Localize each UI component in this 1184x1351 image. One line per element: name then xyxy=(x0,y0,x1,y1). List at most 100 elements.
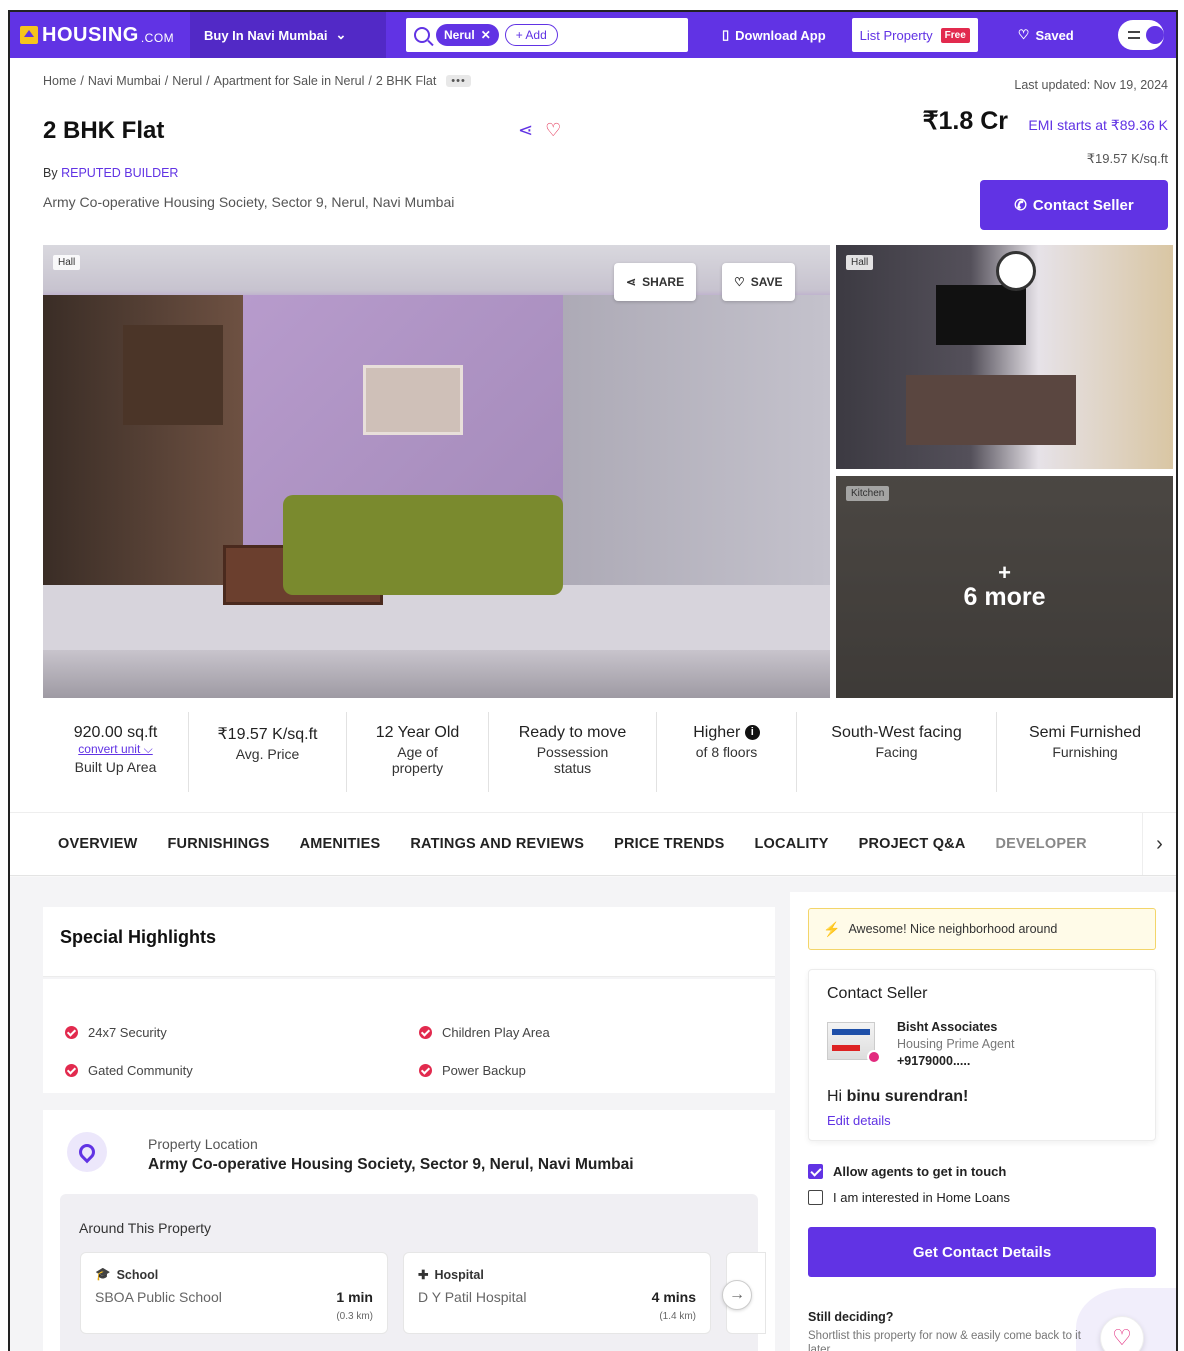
save-button[interactable]: ♡ SAVE xyxy=(722,263,795,301)
floor-value: Higher xyxy=(693,724,741,741)
arrow-right-icon[interactable]: → xyxy=(722,1280,752,1310)
poi-card[interactable]: ✚ Hospital D Y Patil Hospital 4 mins (1.… xyxy=(403,1252,711,1334)
poi-card[interactable]: 🎓 School SBOA Public School 1 min (0.3 k… xyxy=(80,1252,388,1334)
search-box[interactable]: Nerul ✕ + Add xyxy=(406,18,688,52)
stat-label: Furnishing xyxy=(1052,744,1118,760)
side-photo-kitchen[interactable]: Kitchen + 6 more xyxy=(836,476,1173,698)
heart-icon: ♡ xyxy=(734,275,745,289)
breadcrumb-locality[interactable]: Nerul xyxy=(172,74,202,88)
highlight-label: 24x7 Security xyxy=(88,1025,167,1040)
tab-amenities[interactable]: AMENITIES xyxy=(300,836,381,852)
tab-project-qa[interactable]: PROJECT Q&A xyxy=(859,836,966,852)
section-tabs: OVERVIEW FURNISHINGS AMENITIES RATINGS A… xyxy=(10,812,1176,876)
breadcrumb-sep: / xyxy=(206,74,210,88)
allow-agents-checkbox[interactable] xyxy=(808,1164,823,1179)
emi-link[interactable]: EMI starts at ₹89.36 K xyxy=(1028,117,1168,134)
stat-label: Age of property xyxy=(391,744,444,776)
location-label: Property Location xyxy=(148,1136,258,1152)
get-contact-details-button[interactable]: Get Contact Details xyxy=(808,1227,1156,1277)
city-select-label: Buy In Navi Mumbai xyxy=(204,27,328,43)
breadcrumb-home[interactable]: Home xyxy=(43,74,76,88)
saved-button[interactable]: ♡ Saved xyxy=(1018,27,1074,43)
free-badge: Free xyxy=(940,27,970,43)
photo-sofa xyxy=(283,495,563,595)
stat-avg-price: ₹19.57 K/sq.ft Avg. Price xyxy=(189,712,347,792)
tab-ratings[interactable]: RATINGS AND REVIEWS xyxy=(410,836,584,852)
stat-value: Semi Furnished xyxy=(1028,724,1142,741)
stat-age: 12 Year Old Age of property xyxy=(347,712,489,792)
stat-label: Possession status xyxy=(536,744,609,776)
pin-shape xyxy=(75,1140,99,1164)
photo-tag: Hall xyxy=(846,255,874,270)
highlight-item: Power Backup xyxy=(419,1063,526,1078)
main-photo[interactable]: Hall ⋖ SHARE ♡ SAVE xyxy=(43,245,830,698)
stat-label: Facing xyxy=(875,744,918,760)
photo-tv-unit xyxy=(906,375,1076,445)
photo-clock xyxy=(996,251,1036,291)
stat-possession: Ready to move Possession status xyxy=(489,712,657,792)
tab-developer[interactable]: DEVELOPER xyxy=(996,836,1087,852)
property-address: Army Co-operative Housing Society, Secto… xyxy=(43,194,455,210)
stat-value: 12 Year Old xyxy=(375,724,460,741)
photo-floor xyxy=(43,585,830,655)
tab-furnishings[interactable]: FURNISHINGS xyxy=(168,836,270,852)
tab-overview[interactable]: OVERVIEW xyxy=(58,836,138,852)
add-locality-button[interactable]: + Add xyxy=(504,24,558,46)
stat-label: Built Up Area xyxy=(74,759,157,775)
tab-price-trends[interactable]: PRICE TRENDS xyxy=(614,836,724,852)
download-app-button[interactable]: ▯ Download App xyxy=(722,27,826,43)
poi-time: 1 min xyxy=(336,1289,373,1305)
search-chip-label: Nerul xyxy=(444,28,475,42)
allow-agents-row[interactable]: Allow agents to get in touch xyxy=(808,1164,1006,1179)
highlight-label: Power Backup xyxy=(442,1063,526,1078)
close-icon[interactable]: ✕ xyxy=(481,28,491,42)
contact-card-title: Contact Seller xyxy=(827,985,928,1002)
city-select[interactable]: Buy In Navi Mumbai ⌄ xyxy=(190,12,386,58)
heart-icon[interactable]: ♡ xyxy=(545,120,561,141)
share-icon[interactable]: ⋖ xyxy=(518,120,533,141)
greeting-name: binu surendran! xyxy=(846,1088,969,1105)
poi-distance: (1.4 km) xyxy=(659,1311,696,1322)
edit-details-link[interactable]: Edit details xyxy=(827,1113,891,1128)
breadcrumb-city[interactable]: Navi Mumbai xyxy=(88,74,161,88)
search-chip[interactable]: Nerul ✕ xyxy=(436,24,499,46)
side-photo-hall[interactable]: Hall xyxy=(836,245,1173,469)
stat-label: of 8 floors xyxy=(695,744,758,760)
tab-locality[interactable]: LOCALITY xyxy=(754,836,828,852)
breadcrumb-more-button[interactable]: ••• xyxy=(446,75,471,87)
phone-icon: ▯ xyxy=(722,27,730,42)
more-photos-overlay[interactable]: + 6 more xyxy=(836,476,1173,698)
greeting-prefix: Hi xyxy=(827,1088,843,1105)
agent-phone: +9179000..... xyxy=(897,1054,971,1068)
stat-value: South-West facing xyxy=(831,724,962,741)
photo-blur xyxy=(43,650,830,698)
user-menu-button[interactable] xyxy=(1117,20,1164,50)
highlight-item: Children Play Area xyxy=(419,1025,550,1040)
neighborhood-banner: ⚡ Awesome! Nice neighborhood around xyxy=(808,908,1156,950)
search-icon xyxy=(414,27,430,43)
stat-area: 920.00 sq.ft convert unit ⌵ Built Up Are… xyxy=(43,712,189,792)
contact-seller-button[interactable]: ✆ Contact Seller xyxy=(980,180,1168,230)
convert-unit-link[interactable]: convert unit ⌵ xyxy=(43,742,188,757)
housing-logo[interactable]: HOUSING .COM xyxy=(10,12,190,58)
highlights-header: Special Highlights xyxy=(43,907,775,977)
saved-label: Saved xyxy=(1035,27,1074,43)
list-property-button[interactable]: List Property Free xyxy=(851,18,978,52)
chevron-right-icon[interactable]: › xyxy=(1142,813,1176,875)
stat-value: ₹19.57 K/sq.ft xyxy=(217,726,318,743)
poi-category-label: School xyxy=(116,1267,159,1282)
home-loans-checkbox[interactable] xyxy=(808,1190,823,1205)
top-nav: HOUSING .COM Buy In Navi Mumbai ⌄ Nerul … xyxy=(10,12,1176,58)
stat-label: Avg. Price xyxy=(235,746,300,762)
poi-category: 🎓 School xyxy=(95,1267,158,1282)
builder-link[interactable]: REPUTED BUILDER xyxy=(61,166,178,180)
info-icon[interactable]: i xyxy=(744,725,760,740)
breadcrumb-category[interactable]: Apartment for Sale in Nerul xyxy=(214,74,365,88)
stat-furnishing: Semi Furnished Furnishing xyxy=(997,712,1173,792)
home-loans-row[interactable]: I am interested in Home Loans xyxy=(808,1190,1010,1205)
hamburger-icon xyxy=(1127,31,1140,39)
builder-line: By REPUTED BUILDER xyxy=(43,166,178,180)
poi-time: 4 mins xyxy=(651,1289,696,1305)
share-label: SHARE xyxy=(642,275,685,289)
share-button[interactable]: ⋖ SHARE xyxy=(614,263,697,301)
